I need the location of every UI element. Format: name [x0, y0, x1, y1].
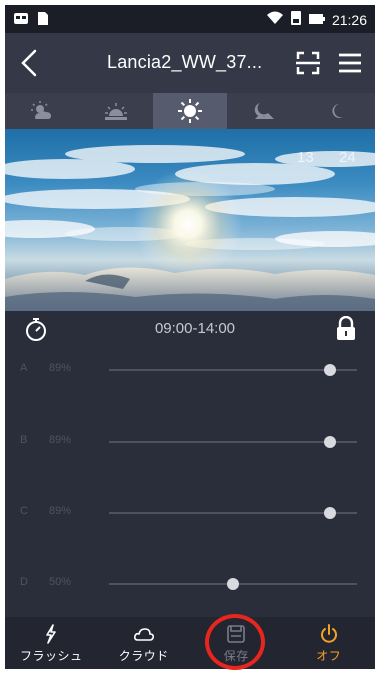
- flash-button[interactable]: フラッシュ: [5, 617, 98, 669]
- wifi-icon: [266, 11, 284, 28]
- tab-sunrise-cloud[interactable]: [5, 93, 79, 129]
- time-range[interactable]: 09:00-14:00: [135, 320, 255, 337]
- channel-value: 89%: [49, 362, 72, 374]
- app-screen: 21:26 Lancia2_WW_37... 13 24 09:00-14:00…: [5, 5, 375, 669]
- cloud-icon: [133, 628, 154, 641]
- menu-button[interactable]: [335, 48, 365, 78]
- scene-image: 13 24: [5, 129, 375, 311]
- tab-sunset[interactable]: [227, 93, 301, 129]
- scan-button[interactable]: [293, 48, 323, 78]
- cloud-label: クラウド: [118, 649, 169, 663]
- channel-row-b: B 89%: [5, 427, 375, 457]
- channel-value: 89%: [49, 434, 72, 446]
- lock-icon: [337, 315, 355, 340]
- flash-label: フラッシュ: [19, 649, 83, 663]
- tab-sunrise[interactable]: [79, 93, 153, 129]
- sunrise-icon: [105, 103, 127, 120]
- channel-letter: C: [20, 505, 28, 517]
- tab-sun[interactable]: [153, 93, 227, 129]
- scene-time-start: 13: [297, 149, 314, 166]
- flash-icon: [46, 624, 57, 644]
- timer-button[interactable]: [23, 316, 49, 342]
- sunrise-cloud-icon: [31, 101, 51, 119]
- slider-track[interactable]: [109, 512, 357, 514]
- slider-track[interactable]: [109, 441, 357, 443]
- power-icon: [320, 624, 337, 643]
- status-time: 21:26: [331, 11, 367, 28]
- header-bar: Lancia2_WW_37...: [5, 33, 375, 93]
- bottom-nav: フラッシュ クラウド 保存 オフ: [5, 617, 375, 669]
- mode-tabs: [5, 93, 375, 129]
- slider-thumb[interactable]: [323, 364, 336, 376]
- moon-icon: [332, 104, 343, 118]
- lock-button[interactable]: [335, 315, 357, 342]
- channel-row-c: C 89%: [5, 498, 375, 528]
- channel-letter: A: [20, 362, 28, 374]
- channel-letter: B: [20, 434, 28, 446]
- slider-thumb[interactable]: [323, 436, 336, 448]
- channel-row-a: A 89%: [5, 355, 375, 385]
- back-chevron-icon: [21, 49, 37, 77]
- scan-icon: [296, 51, 320, 75]
- tab-moon[interactable]: [301, 93, 375, 129]
- back-button[interactable]: [15, 45, 45, 81]
- power-off-button[interactable]: オフ: [283, 617, 376, 669]
- channel-value: 50%: [49, 576, 72, 588]
- channel-row-d: D 50%: [5, 569, 375, 599]
- cloud-button[interactable]: クラウド: [98, 617, 191, 669]
- battery-saver-icon: [290, 10, 302, 29]
- notification-icon: [13, 11, 29, 31]
- sky-illustration: [5, 145, 375, 311]
- timer-icon: [26, 318, 46, 341]
- channel-letter: D: [20, 576, 28, 588]
- channel-value: 89%: [49, 505, 72, 517]
- power-off-label: オフ: [316, 649, 342, 663]
- sim-icon: [37, 11, 49, 31]
- page-title: Lancia2_WW_37...: [107, 52, 263, 72]
- slider-thumb[interactable]: [323, 507, 336, 519]
- channel-sliders: A 89% B 89% C 89% D 50%: [5, 347, 375, 617]
- slider-thumb[interactable]: [227, 578, 239, 590]
- status-bar: 21:26: [5, 5, 375, 33]
- sunset-icon: [254, 103, 274, 119]
- save-button[interactable]: 保存: [190, 617, 283, 669]
- menu-icon: [339, 53, 361, 73]
- scene-time-end: 24: [339, 149, 356, 166]
- sun-icon: [178, 99, 202, 123]
- save-icon: [227, 625, 246, 643]
- slider-track[interactable]: [109, 369, 357, 371]
- schedule-row: 09:00-14:00: [5, 311, 375, 347]
- battery-icon: [308, 12, 326, 28]
- save-label: 保存: [223, 649, 249, 663]
